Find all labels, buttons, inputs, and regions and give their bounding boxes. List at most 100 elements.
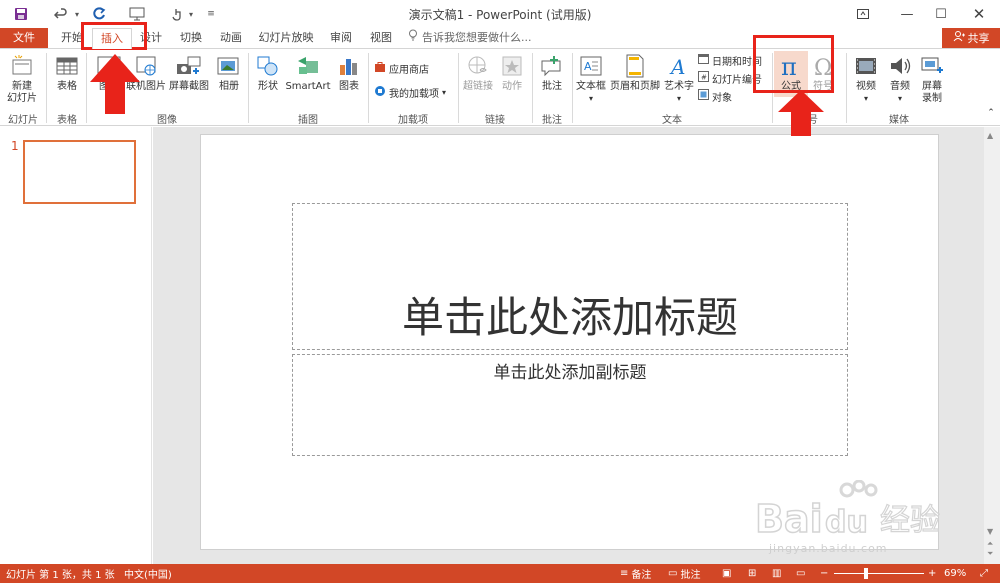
normal-view-icon[interactable]: ▣ (722, 567, 731, 580)
store-label: 应用商店 (389, 64, 429, 76)
maximize-icon[interactable]: ☐ (926, 2, 956, 26)
shapes-button[interactable]: 形状 (252, 51, 284, 93)
textbox-icon: A (577, 51, 605, 81)
store-button[interactable]: 应用商店 (374, 61, 429, 76)
zoom-slider[interactable] (834, 568, 924, 579)
screen-record-icon (918, 51, 946, 81)
language-indicator[interactable]: 中文(中国) (124, 567, 172, 581)
album-button[interactable]: 相册 (212, 51, 246, 93)
thumbnail-number: 1 (11, 139, 19, 153)
album-label: 相册 (219, 81, 239, 92)
status-bar: 幻灯片 第 1 张，共 1 张 中文(中国) ≡ 备注 ▭ 批注 ▣ ⊞ ▥ ▭… (0, 564, 1000, 583)
close-icon[interactable]: ✕ (964, 2, 994, 26)
action-button[interactable]: 动作 (496, 51, 528, 93)
my-addins-button[interactable]: 我的加载项 ▾ (374, 85, 447, 100)
new-slide-icon (8, 51, 36, 81)
watermark-url: jingyan.baidu.com (769, 542, 888, 555)
next-slide-icon[interactable]: ⏷ (987, 549, 993, 559)
group-label-slides: 幻灯片 (8, 115, 38, 126)
slide-sorter-icon[interactable]: ⊞ (748, 567, 756, 580)
arrow-up-equation (778, 90, 824, 136)
slide-thumbnail[interactable] (23, 140, 136, 204)
svg-text:du: du (825, 505, 868, 540)
smartart-label: SmartArt (285, 81, 331, 92)
chart-button[interactable]: 图表 (334, 51, 364, 93)
tab-insert[interactable]: 插入 (92, 28, 132, 49)
title-placeholder-text: 单击此处添加标题 (401, 293, 738, 342)
chevron-down-icon: ▾ (588, 94, 593, 103)
new-slide-label: 新建 幻灯片 (7, 81, 37, 104)
tab-transitions[interactable]: 切换 (174, 28, 208, 48)
video-button[interactable]: 视频 ▾ (850, 51, 882, 105)
video-label: 视频 (856, 81, 876, 92)
ribbon: 新建 幻灯片 幻灯片 表格 表格 图片 联机图片 屏幕截图 相册 图像 (0, 48, 1000, 126)
group-label-comments: 批注 (542, 115, 562, 126)
chevron-down-icon: ▾ (863, 94, 868, 103)
ribbon-options-icon[interactable] (848, 2, 878, 26)
header-footer-button[interactable]: 页眉和页脚 (608, 51, 662, 93)
hyperlink-button[interactable]: 超链接 (460, 51, 496, 93)
scroll-up-icon[interactable]: ▲ (987, 131, 993, 140)
tell-me-search[interactable]: 告诉我您想要做什么... (408, 28, 532, 48)
smartart-button[interactable]: SmartArt (284, 51, 332, 93)
minimize-icon[interactable]: — (892, 2, 922, 26)
audio-button[interactable]: 音频 ▾ (884, 51, 916, 105)
group-separator (846, 53, 847, 123)
comment-button[interactable]: 批注 (536, 51, 568, 93)
svg-text:A: A (669, 55, 685, 78)
zoom-level[interactable]: 69% (944, 567, 966, 580)
tab-file[interactable]: 文件 (0, 28, 48, 48)
photo-album-icon (215, 51, 243, 81)
group-separator (46, 53, 47, 123)
tab-review[interactable]: 审阅 (324, 28, 358, 48)
film-icon (852, 51, 880, 81)
screenshot-button[interactable]: 屏幕截图 (166, 51, 212, 93)
chevron-down-icon: ▾ (442, 87, 447, 97)
header-footer-icon (621, 51, 649, 81)
object-button[interactable]: 对象 (698, 89, 732, 104)
title-placeholder[interactable]: 单击此处添加标题 (292, 203, 848, 350)
addins-icon (374, 85, 386, 100)
fit-to-window-icon[interactable]: ⤢ (980, 567, 988, 580)
comment-icon (538, 51, 566, 81)
scroll-down-icon[interactable]: ▼ (987, 527, 993, 536)
subtitle-placeholder[interactable]: 单击此处添加副标题 (292, 354, 848, 456)
tab-slideshow[interactable]: 幻灯片放映 (256, 28, 316, 48)
slideshow-view-icon[interactable]: ▭ (796, 567, 805, 580)
group-separator (458, 53, 459, 123)
comment-small-icon: ▭ (668, 568, 678, 579)
chevron-up-icon: ⌃ (987, 108, 995, 118)
tab-view[interactable]: 视图 (364, 28, 398, 48)
prev-slide-icon[interactable]: ⏶ (987, 539, 993, 549)
tab-animations[interactable]: 动画 (214, 28, 248, 48)
zoom-in-icon[interactable]: + (928, 567, 936, 580)
speaker-icon (886, 51, 914, 81)
wordart-label: 艺术字 (664, 81, 694, 92)
screen-recording-button[interactable]: 屏幕 录制 (916, 51, 948, 105)
vertical-scrollbar[interactable]: ▲ ▼ ⏶ ⏷ (984, 127, 1000, 564)
group-separator (532, 53, 533, 123)
collapse-ribbon-button[interactable]: ⌃ (984, 107, 998, 119)
baidu-watermark: Bai du 经验 jingyan.baidu.com (754, 479, 975, 560)
share-button[interactable]: 共享 (942, 28, 1000, 48)
zoom-slider-thumb[interactable] (863, 568, 868, 579)
screenshot-label: 屏幕截图 (169, 81, 209, 92)
group-separator (86, 53, 87, 123)
notes-button[interactable]: ≡ 备注 (620, 567, 651, 581)
wordart-button[interactable]: A 艺术字 ▾ (662, 51, 696, 105)
zoom-out-icon[interactable]: − (820, 567, 828, 580)
svg-text:Bai: Bai (755, 497, 823, 541)
comments-button[interactable]: ▭ 批注 (668, 567, 700, 581)
chevron-down-icon: ▾ (897, 94, 902, 103)
group-separator (572, 53, 573, 123)
group-label-media: 媒体 (889, 115, 909, 126)
slide-number-icon: # (698, 71, 709, 85)
audio-label: 音频 (890, 81, 910, 92)
textbox-button[interactable]: A 文本框 ▾ (574, 51, 608, 105)
reading-view-icon[interactable]: ▥ (772, 567, 781, 580)
group-label-links: 链接 (485, 115, 505, 126)
subtitle-placeholder-text: 单击此处添加副标题 (493, 363, 647, 383)
new-slide-button[interactable]: 新建 幻灯片 (2, 51, 42, 105)
table-button[interactable]: 表格 (50, 51, 84, 93)
share-label: 共享 (967, 32, 990, 45)
